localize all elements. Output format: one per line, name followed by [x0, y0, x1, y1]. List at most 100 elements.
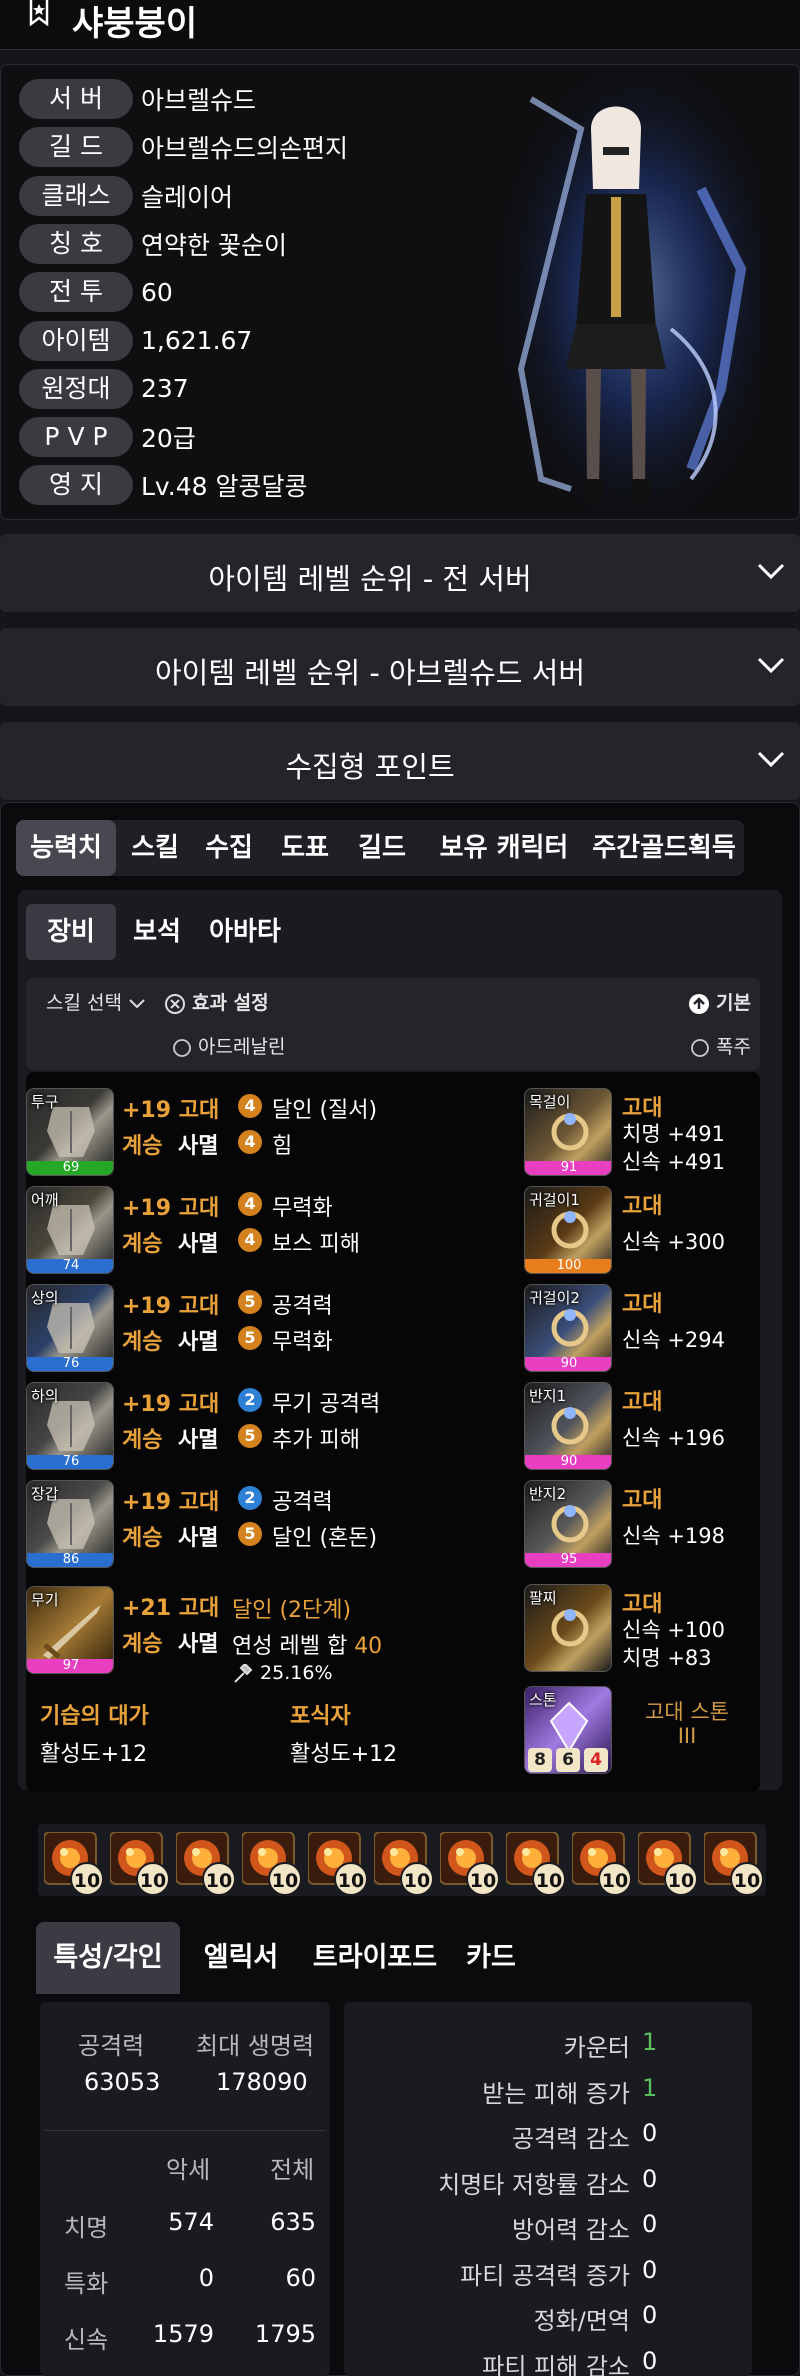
accessory-stat: 신속 +198 [622, 1524, 725, 1548]
gem-level: 10 [532, 1862, 566, 1896]
tab-chart[interactable]: 도표 [270, 820, 340, 876]
basic-label: 기본 [716, 992, 752, 1014]
jewel-icon [551, 1211, 589, 1249]
bracelet-effect-name: 포식자 [290, 1704, 351, 1729]
slot-label: 장갑 [31, 1485, 59, 1503]
profile-label: 원정대 [19, 368, 133, 409]
tab-card[interactable]: 카드 [456, 1922, 526, 1994]
accordion-title: 아이템 레벨 순위 - 아브렐슈드 서버 [154, 656, 586, 690]
accordion-item-level-all[interactable]: 아이템 레벨 순위 - 전 서버 [0, 534, 800, 612]
engrave-name: 추가 피해 [272, 1428, 360, 1453]
gem-slot[interactable]: 10 [109, 1831, 170, 1896]
tab-avatar[interactable]: 아바타 [200, 904, 290, 960]
gem-slot[interactable]: 10 [175, 1831, 236, 1896]
quality-bar: 95 [525, 1553, 611, 1567]
slot-label: 어깨 [31, 1191, 59, 1209]
tab-gems[interactable]: 보석 [122, 904, 192, 960]
gem-slot[interactable]: 10 [571, 1831, 632, 1896]
profile-label: 전 투 [19, 272, 133, 313]
tab-characters[interactable]: 보유 캐릭터 [424, 820, 584, 876]
weapon-line2-label: 연성 레벨 합 [232, 1634, 348, 1659]
elixir-effect-value: 0 [642, 2164, 658, 2193]
accessory-stat: 치명 +83 [622, 1646, 712, 1670]
chevron-down-icon [757, 657, 785, 674]
tab-tripod[interactable]: 트라이포드 [298, 1922, 452, 1994]
upgrade-level: +19 고대 [122, 1294, 220, 1319]
weapon-line2: 연성 레벨 합 40 [232, 1628, 382, 1660]
skill-select-label: 스킬 선택 [46, 992, 122, 1014]
gem-slot[interactable]: 10 [703, 1831, 764, 1896]
slot-label: 반지2 [529, 1485, 567, 1503]
tab-equipment[interactable]: 장비 [26, 904, 116, 960]
elixir-effect-value: 0 [642, 2210, 658, 2238]
bookmark-icon[interactable] [28, 0, 50, 26]
sealed-set: 사멸 [178, 1232, 219, 1257]
quality-bar: 74 [27, 1259, 113, 1273]
stat-label: 신속 [64, 2326, 109, 2354]
quality-bar: 76 [27, 1357, 113, 1371]
profile-row: 원정대 237 [19, 368, 189, 409]
engrave-level-badge: 5 [238, 1290, 262, 1314]
radio-adrenaline[interactable]: 아드레날린 [172, 1032, 285, 1059]
profile-value: 아브렐슈드의손편지 [141, 134, 349, 164]
radio-rampage[interactable]: 폭주 [690, 1032, 751, 1059]
quality-bar: 69 [27, 1161, 113, 1175]
weapon-line3-value: 25.16% [260, 1662, 333, 1684]
accessory-icon: 귀걸이2 90 [524, 1284, 612, 1372]
elixir-effect-value: 0 [642, 2119, 658, 2147]
gem-level: 10 [70, 1862, 104, 1896]
character-portrait [491, 69, 761, 515]
tab-engraving[interactable]: 특성/각인 [36, 1922, 180, 1994]
gem-level: 10 [268, 1862, 302, 1896]
profile-value: 60 [141, 277, 173, 307]
weapon-line1: 달인 (2단계) [232, 1598, 352, 1623]
upgrade-level: +19 고대 [122, 1098, 220, 1123]
profile-label: 칭 호 [19, 223, 133, 264]
gem-level: 10 [598, 1862, 632, 1896]
engrave-name: 보스 피해 [272, 1232, 360, 1257]
profile-row: 서 버 아브렐슈드 [19, 79, 256, 119]
stat-acc-value: 1579 [152, 2320, 214, 2348]
profile-label: 영 지 [19, 465, 133, 506]
gem-slot[interactable]: 10 [43, 1831, 104, 1896]
profile-label: 서 버 [19, 79, 133, 119]
stone-level-3: 4 [584, 1748, 608, 1772]
armor-icon: 하의 76 [26, 1382, 114, 1470]
tab-skill[interactable]: 스킬 [120, 820, 190, 876]
stone-name: 고대 스톤 [645, 1700, 729, 1724]
slot-label: 팔찌 [529, 1589, 557, 1607]
tab-weekly-gold[interactable]: 주간골드획득 [586, 820, 742, 876]
accordion-collect-points[interactable]: 수집형 포인트 [0, 722, 800, 800]
elixir-effect-value: 0 [642, 2255, 658, 2284]
accessory-grade: 고대 [622, 1488, 663, 1513]
close-circle-icon [165, 993, 185, 1014]
elixir-effect-value: 0 [642, 2346, 658, 2375]
gem-slot[interactable]: 10 [373, 1831, 434, 1896]
gem-slot[interactable]: 10 [505, 1831, 566, 1896]
profile-card: 서 버 아브렐슈드 길 드 아브렐슈드의손편지 클래스 슬레이어 칭 호 연약한 꽃순이 전 투… [0, 64, 800, 520]
gem-slot[interactable]: 10 [307, 1831, 368, 1896]
tab-guild[interactable]: 길드 [346, 820, 418, 876]
gem-slot[interactable]: 10 [439, 1831, 500, 1896]
engrave-level-badge: 5 [238, 1326, 262, 1350]
tab-elixir[interactable]: 엘릭서 [186, 1922, 296, 1994]
tab-stats[interactable]: 능력치 [16, 820, 116, 876]
skill-select[interactable]: 스킬 선택 [46, 988, 146, 1015]
chevron-down-icon [757, 751, 785, 768]
accordion-item-level-server[interactable]: 아이템 레벨 순위 - 아브렐슈드 서버 [0, 628, 800, 706]
engrave-name: 공격력 [272, 1490, 333, 1515]
bracelet-effect-value: 활성도+12 [290, 1742, 398, 1767]
effect-setting[interactable]: 효과 설정 [164, 988, 269, 1015]
attack-label: 공격력 [78, 2032, 145, 2060]
gem-slot[interactable]: 10 [637, 1831, 698, 1896]
tab-collect[interactable]: 수집 [194, 820, 264, 876]
gem-slot[interactable]: 10 [241, 1831, 302, 1896]
basic-toggle[interactable]: 기본 [688, 988, 751, 1015]
slot-label: 무기 [31, 1591, 59, 1609]
engrave-level-badge: 2 [238, 1388, 262, 1412]
jewel-icon [551, 1113, 589, 1151]
profile-label: 아이템 [19, 320, 133, 361]
divider [44, 2130, 326, 2131]
character-name: 샤붕붕이 [72, 4, 198, 44]
profile-value: 1,621.67 [141, 326, 253, 355]
